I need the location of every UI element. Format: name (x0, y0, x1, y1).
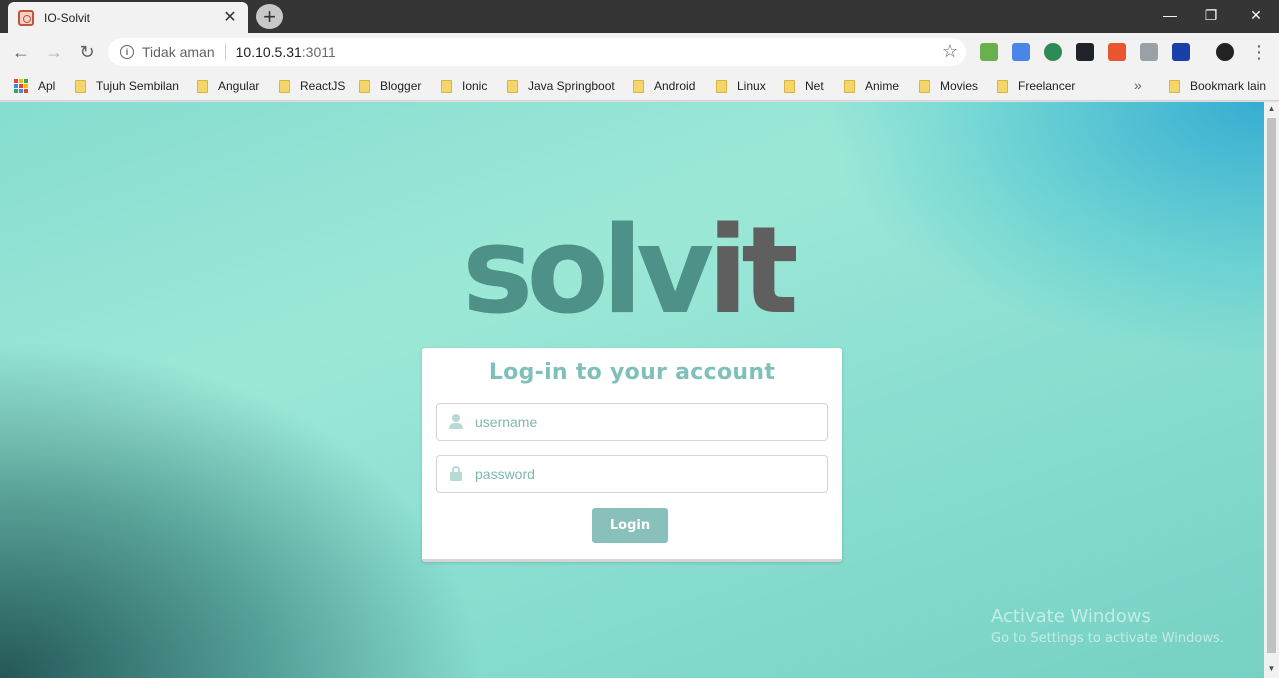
bookmark-folder[interactable]: Anime (844, 77, 899, 95)
folder-icon (359, 79, 370, 93)
bookmark-label: Freelancer (1018, 79, 1076, 93)
logo-text-part2: it (707, 202, 798, 341)
bookmark-folder[interactable]: Blogger (359, 77, 421, 95)
folder-icon (784, 79, 795, 93)
bookmark-folder[interactable]: Ionic (441, 77, 487, 95)
react-devtools-icon[interactable] (1076, 43, 1094, 61)
solvit-favicon-icon (18, 9, 34, 26)
scroll-up-icon[interactable]: ▲ (1267, 104, 1276, 113)
bookmark-folder[interactable]: Net (784, 77, 824, 95)
tab-title: IO-Solvit (44, 10, 91, 25)
address-separator (224, 44, 226, 60)
folder-icon (716, 79, 727, 93)
close-tab-icon[interactable]: ✕ (222, 9, 238, 26)
bookmark-folder[interactable]: ReactJS (279, 77, 345, 95)
login-form: Log-in to your account Login (422, 348, 842, 562)
apps-grid-icon (14, 79, 28, 93)
logo-text-part1: solv (462, 202, 714, 341)
folder-icon (197, 79, 208, 93)
download-extension-icon[interactable] (980, 43, 998, 61)
bookmark-label: Java Springboot (528, 79, 615, 93)
url-host[interactable]: 10.10.5.31 (236, 44, 302, 60)
bookmark-label: ReactJS (300, 79, 346, 93)
off-extension-icon[interactable] (1108, 43, 1126, 61)
folder-icon (1169, 79, 1180, 93)
folder-icon (279, 79, 290, 93)
user-icon (449, 414, 463, 430)
bookmark-label: Linux (737, 79, 766, 93)
cast-extension-icon[interactable] (1140, 43, 1158, 61)
info-icon[interactable]: i (120, 45, 134, 59)
reload-button[interactable]: ↻ (76, 41, 98, 63)
address-bar[interactable]: i Tidak aman 10.10.5.31:3011 ☆ (108, 38, 966, 66)
folder-icon (441, 79, 452, 93)
bookmark-label: Android (654, 79, 696, 93)
folder-icon (997, 79, 1008, 93)
other-bookmarks-folder[interactable]: Bookmark lain (1169, 77, 1266, 95)
globe-extension-icon[interactable] (1044, 43, 1062, 61)
translate-extension-icon[interactable] (1012, 43, 1030, 61)
bookmark-label: Blogger (380, 79, 422, 93)
bookmark-folder[interactable]: Movies (919, 77, 978, 95)
browser-toolbar: ← → ↻ i Tidak aman 10.10.5.31:3011 ☆ ⋮ (0, 33, 1279, 71)
info-extension-icon[interactable] (1172, 43, 1190, 61)
password-input[interactable] (475, 466, 827, 482)
bookmark-folder[interactable]: Linux (716, 77, 766, 95)
login-button[interactable]: Login (592, 508, 668, 543)
bookmark-star-icon[interactable]: ☆ (942, 41, 958, 62)
browser-tab[interactable]: IO-Solvit ✕ (8, 2, 248, 33)
bookmarks-bar: Apl Tujuh Sembilan Angular ReactJS Blogg… (0, 71, 1279, 101)
bookmark-label: Movies (940, 79, 979, 93)
lock-icon (449, 466, 463, 482)
page-scrollbar[interactable]: ▲ ▼ (1264, 102, 1279, 678)
bookmark-folder[interactable]: Java Springboot (507, 77, 615, 95)
bookmark-folder[interactable]: Angular (197, 77, 259, 95)
username-input[interactable] (475, 414, 827, 430)
folder-icon (919, 79, 930, 93)
login-page: solvit Log-in to your account Login Acti… (0, 102, 1264, 678)
username-field[interactable] (436, 403, 828, 441)
minimize-button[interactable]: — (1147, 0, 1193, 30)
security-label[interactable]: Tidak aman (142, 44, 215, 60)
folder-icon (75, 79, 86, 93)
bookmark-label: Net (805, 79, 824, 93)
bookmark-label: Tujuh Sembilan (96, 79, 179, 93)
restore-button[interactable]: ❐ (1188, 0, 1234, 30)
bookmark-label: Angular (218, 79, 260, 93)
url-port[interactable]: :3011 (302, 44, 336, 60)
bookmark-label: Anime (865, 79, 900, 93)
profile-avatar-icon[interactable] (1216, 43, 1234, 61)
folder-icon (844, 79, 855, 93)
bookmark-label: Bookmark lain (1190, 79, 1267, 93)
back-button[interactable]: ← (10, 41, 32, 63)
solvit-logo: solv it (462, 202, 799, 341)
title-bar: IO-Solvit ✕ + — ❐ ✕ (0, 0, 1279, 33)
bookmark-apps[interactable]: Apl (14, 77, 55, 95)
forward-button[interactable]: → (43, 41, 65, 63)
password-field[interactable] (436, 455, 828, 493)
new-tab-button[interactable]: + (256, 4, 283, 29)
folder-icon (507, 79, 518, 93)
scrollbar-thumb[interactable] (1267, 118, 1276, 653)
watermark-subtitle: Go to Settings to activate Windows. (991, 631, 1224, 646)
browser-menu-icon[interactable]: ⋮ (1250, 41, 1268, 63)
bookmark-folder[interactable]: Freelancer (997, 77, 1075, 95)
form-title: Log-in to your account (488, 360, 776, 385)
folder-icon (633, 79, 644, 93)
more-bookmarks-icon[interactable]: » (1134, 77, 1142, 93)
bookmark-label: Ionic (462, 79, 488, 93)
watermark-title: Activate Windows (991, 606, 1151, 627)
bookmark-folder[interactable]: Tujuh Sembilan (75, 77, 179, 95)
activate-windows-watermark: Activate Windows Go to Settings to activ… (991, 606, 1224, 646)
close-window-button[interactable]: ✕ (1233, 0, 1279, 30)
scroll-down-icon[interactable]: ▼ (1267, 664, 1276, 673)
bookmark-folder[interactable]: Android (633, 77, 695, 95)
bookmark-label: Apl (38, 79, 56, 93)
